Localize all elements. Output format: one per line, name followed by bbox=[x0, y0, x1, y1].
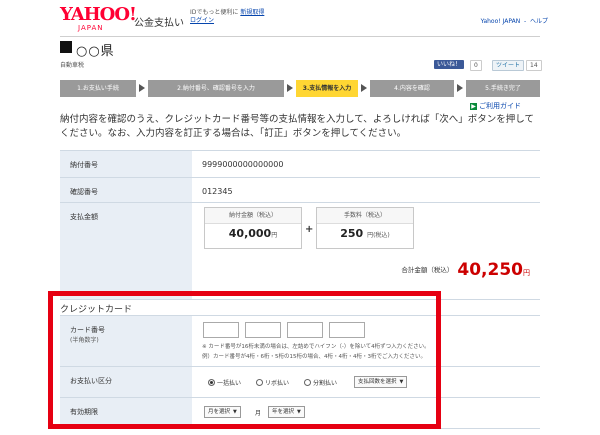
step-arrow-icon bbox=[287, 84, 293, 92]
header: YAHOO! JAPAN 公金支払い IDでもっと便利に 新規取得 ログイン Y… bbox=[0, 0, 600, 36]
step-arrow-icon bbox=[361, 84, 367, 92]
payment-amount-box: 納付金額（税込） 40,000円 bbox=[204, 207, 302, 249]
step-arrow-icon bbox=[457, 84, 463, 92]
fee-unit: 円(税込) bbox=[367, 232, 390, 239]
fee-caption: 手数料（税込） bbox=[317, 208, 413, 224]
facebook-like-count: 0 bbox=[470, 60, 482, 71]
progress-steps: 1.お支払い手続 2.納付番号、確認番号を入力 3.支払情報を入力 4.内容を確… bbox=[60, 80, 540, 97]
fee-display: 250 円(税込) bbox=[317, 227, 413, 240]
table-row: 納付番号 9999000000000000 bbox=[60, 151, 540, 178]
service-name: 公金支払い bbox=[134, 18, 184, 29]
guide-arrow-icon: ▶ bbox=[470, 103, 477, 110]
total-amount: 合計金額（税込） 40,250円 bbox=[360, 260, 530, 280]
login-promo-text: IDでもっと便利に bbox=[190, 9, 239, 16]
user-guide-link[interactable]: ▶ ご利用ガイド bbox=[470, 101, 521, 111]
help-link[interactable]: ヘルプ bbox=[530, 18, 548, 25]
header-divider bbox=[60, 36, 540, 37]
table-row: 確認番号 012345 bbox=[60, 178, 540, 203]
payment-amount-display: 40,000円 bbox=[205, 227, 301, 240]
fee-box: 手数料（税込） 250 円(税込) bbox=[316, 207, 414, 249]
payment-amount-value: 40,000 bbox=[228, 227, 272, 240]
yahoo-japan-link[interactable]: Yahoo! JAPAN bbox=[481, 18, 521, 25]
step-arrow-icon bbox=[139, 84, 145, 92]
total-unit: 円 bbox=[523, 269, 530, 277]
plus-sign: + bbox=[305, 224, 314, 235]
credit-card-highlight-frame bbox=[48, 291, 441, 429]
payment-amount-caption: 納付金額（税込） bbox=[205, 208, 301, 224]
tax-type-label: 自動車税 bbox=[60, 62, 85, 69]
page-title: ○○県 bbox=[60, 40, 540, 59]
instruction-text: 納付内容を確認のうえ、クレジットカード番号等の支払情報を入力して、よろしければ「… bbox=[60, 114, 534, 139]
confirm-number-label: 確認番号 bbox=[70, 188, 98, 196]
prefecture-name: ○○県 bbox=[76, 44, 115, 59]
payment-number-label: 納付番号 bbox=[70, 161, 98, 169]
guide-link-text: ご利用ガイド bbox=[479, 102, 521, 110]
row-label-cell: 確認番号 bbox=[60, 178, 192, 202]
logo-sub-text: JAPAN bbox=[78, 24, 104, 32]
facebook-like-button[interactable]: いいね！ bbox=[434, 60, 465, 69]
header-links: Yahoo! JAPAN - ヘルプ bbox=[480, 18, 548, 25]
step-1: 1.お支払い手続 bbox=[60, 80, 136, 97]
step-4: 4.内容を確認 bbox=[370, 80, 454, 97]
step-3-current: 3.支払情報を入力 bbox=[296, 80, 358, 97]
logo-main-text: YAHOO! bbox=[60, 4, 137, 25]
black-square-icon bbox=[60, 41, 72, 53]
step-2: 2.納付番号、確認番号を入力 bbox=[148, 80, 284, 97]
yahoo-logo[interactable]: YAHOO! JAPAN bbox=[60, 6, 137, 34]
tweet-button[interactable]: ツイート bbox=[492, 60, 525, 71]
amount-label: 支払金額 bbox=[70, 213, 98, 221]
total-label: 合計金額（税込） bbox=[401, 266, 454, 274]
register-link[interactable]: 新規取得 bbox=[240, 9, 264, 16]
fee-value: 250 bbox=[340, 227, 364, 240]
login-link[interactable]: ログイン bbox=[190, 17, 214, 24]
payment-amount-unit: 円 bbox=[271, 232, 278, 239]
total-value: 40,250 bbox=[457, 260, 523, 280]
step-5: 5.手続き完了 bbox=[466, 80, 540, 97]
tweet-count: 14 bbox=[526, 60, 542, 71]
login-area: IDでもっと便利に 新規取得 ログイン bbox=[190, 9, 264, 25]
payment-page: YAHOO! JAPAN 公金支払い IDでもっと便利に 新規取得 ログイン Y… bbox=[0, 0, 600, 435]
row-label-cell: 納付番号 bbox=[60, 151, 192, 177]
payment-number-value: 9999000000000000 bbox=[202, 160, 284, 169]
row-label-cell: 支払金額 bbox=[60, 203, 192, 299]
subtitle-row: 自動車税 いいね！ 0 ツイート 14 bbox=[60, 58, 542, 72]
confirm-number-value: 012345 bbox=[202, 187, 233, 196]
